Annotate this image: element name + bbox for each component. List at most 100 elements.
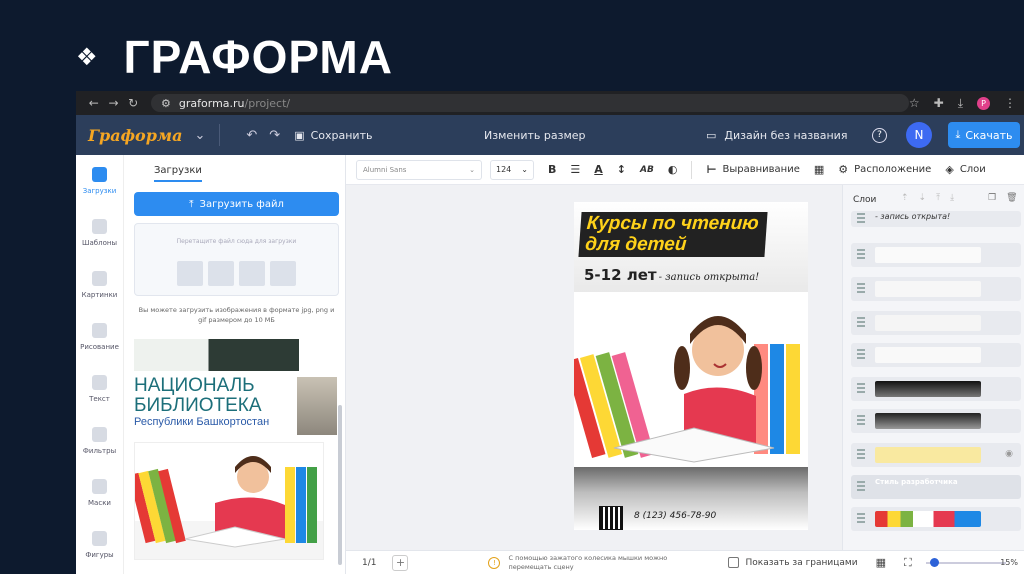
align-icon[interactable]: ⊢ bbox=[706, 163, 716, 176]
transparency-icon[interactable]: ▦ bbox=[814, 163, 824, 176]
zoom-slider-knob[interactable] bbox=[930, 558, 939, 567]
cloud-upload-icon bbox=[92, 167, 107, 182]
bold-button[interactable]: B bbox=[548, 163, 556, 176]
layer-item[interactable] bbox=[851, 507, 1021, 531]
rail-item-uploads[interactable]: Загрузки bbox=[76, 155, 123, 207]
font-size-select[interactable]: 124 ⌄ bbox=[490, 159, 534, 180]
layer-item[interactable]: ◉ bbox=[851, 443, 1021, 467]
rail-item-filters[interactable]: Фильтры bbox=[76, 415, 123, 467]
address-bar[interactable]: ⚙ graforma.ru/project/ bbox=[151, 94, 909, 112]
contrast-icon[interactable]: ◐ bbox=[668, 163, 678, 176]
rail-item-drawing[interactable]: Рисование bbox=[76, 311, 123, 363]
uploaded-photo-thumb[interactable] bbox=[297, 377, 337, 435]
layer-preview bbox=[875, 381, 981, 397]
download-button[interactable]: ⤓ Скачать bbox=[948, 122, 1020, 148]
gear-icon[interactable]: ⚙ bbox=[838, 163, 848, 176]
grid-icon[interactable]: ▦ bbox=[876, 556, 886, 569]
uploaded-library-logo[interactable]: НАЦИОНАЛЬ БИБЛИОТЕКА Республики Башкорто… bbox=[134, 376, 294, 436]
layer-item[interactable] bbox=[851, 343, 1021, 367]
panel-scrollbar[interactable] bbox=[338, 405, 342, 565]
layer-item[interactable] bbox=[851, 243, 1021, 267]
help-button[interactable]: ? bbox=[872, 127, 887, 143]
pencil-icon bbox=[92, 323, 107, 338]
poster-photo[interactable] bbox=[574, 298, 808, 468]
show-outside-label: Показать за границами bbox=[745, 557, 858, 568]
tab-uploads[interactable]: Загрузки bbox=[154, 165, 202, 182]
grip-icon bbox=[857, 349, 865, 361]
rail-label: Фигуры bbox=[85, 551, 114, 559]
save-button[interactable]: ▣ Сохранить bbox=[294, 129, 372, 142]
save-icon: ▣ bbox=[294, 128, 305, 142]
profile-avatar[interactable]: P bbox=[977, 96, 990, 110]
align-button[interactable]: Выравнивание bbox=[723, 164, 800, 175]
poster-subtitle[interactable]: 5-12 лет - запись открыта! bbox=[584, 266, 759, 284]
reload-icon[interactable]: ↻ bbox=[123, 96, 143, 110]
layers-icon[interactable]: ◈ bbox=[945, 163, 953, 176]
bookmark-star-icon[interactable]: ☆ bbox=[909, 96, 920, 110]
layers-panel: Слои ⇡ ⇣ ⤒ ⤓ ❐ 🗑 - запись открыта! ◉ Сти… bbox=[842, 185, 1024, 550]
position-button[interactable]: Расположение bbox=[854, 164, 931, 175]
site-settings-icon[interactable]: ⚙ bbox=[161, 97, 171, 110]
show-outside-checkbox[interactable] bbox=[728, 557, 740, 568]
layer-item[interactable]: - запись открыта! bbox=[851, 211, 1021, 227]
layer-up-icon[interactable]: ⇡ bbox=[901, 193, 909, 203]
rail-item-images[interactable]: Картинки bbox=[76, 259, 123, 311]
layer-top-icon[interactable]: ⤒ bbox=[936, 193, 940, 203]
line-height-icon[interactable]: ↕ bbox=[617, 163, 626, 176]
poster-phone[interactable]: 8 (123) 456-78-90 bbox=[634, 511, 716, 521]
upload-hint: Вы можете загрузить изображения в формат… bbox=[138, 306, 335, 324]
add-page-button[interactable]: + bbox=[392, 554, 409, 571]
back-icon[interactable]: ← bbox=[84, 96, 104, 110]
user-avatar[interactable]: N bbox=[906, 122, 932, 148]
layer-item[interactable] bbox=[851, 277, 1021, 301]
rail-item-text[interactable]: Текст bbox=[76, 363, 123, 415]
layer-down-icon[interactable]: ⇣ bbox=[919, 193, 927, 203]
uploaded-image-thumb[interactable] bbox=[134, 339, 299, 371]
redo-icon[interactable]: ↷ bbox=[269, 128, 280, 143]
rail-item-masks[interactable]: Маски bbox=[76, 467, 123, 519]
align-left-icon[interactable]: ☰ bbox=[570, 163, 580, 176]
poster-title[interactable]: Курсы по чтению для детей bbox=[578, 212, 768, 257]
poster[interactable]: Курсы по чтению для детей 5-12 лет - зап… bbox=[574, 202, 808, 530]
layers-button[interactable]: Слои bbox=[960, 164, 986, 175]
layer-item[interactable] bbox=[851, 311, 1021, 335]
letter-spacing-button[interactable]: AB bbox=[640, 165, 654, 175]
forward-icon[interactable]: → bbox=[104, 96, 124, 110]
delete-icon[interactable]: 🗑 bbox=[1006, 193, 1017, 203]
rail-label: Маски bbox=[88, 499, 111, 507]
canvas-area[interactable]: Курсы по чтению для детей 5-12 лет - зап… bbox=[346, 185, 842, 550]
text-icon bbox=[92, 375, 107, 390]
drop-text: Перетащите файл сюда для загрузки bbox=[176, 238, 297, 245]
doc-name[interactable]: ▭ Дизайн без названия bbox=[706, 129, 847, 142]
chevron-down-icon[interactable]: ⌄ bbox=[194, 128, 205, 143]
font-select[interactable]: Alumni Sans ⌄ bbox=[356, 159, 482, 180]
url-host: graforma.ru bbox=[178, 96, 245, 110]
placeholder-thumb bbox=[270, 261, 296, 286]
layer-preview bbox=[875, 281, 981, 297]
uploads-panel: Загрузки ⤒ Загрузить файл Перетащите фай… bbox=[124, 155, 346, 574]
downloads-icon[interactable]: ⤓ bbox=[958, 96, 963, 111]
uploaded-girl-books-image[interactable] bbox=[128, 442, 324, 560]
layer-item[interactable] bbox=[851, 409, 1021, 433]
menu-dots-icon[interactable]: ⋮ bbox=[1004, 96, 1016, 110]
resize-button[interactable]: Изменить размер bbox=[484, 129, 586, 142]
upload-file-button[interactable]: ⤒ Загрузить файл bbox=[134, 192, 339, 216]
rail-item-templates[interactable]: Шаблоны bbox=[76, 207, 123, 259]
layer-bottom-icon[interactable]: ⤓ bbox=[950, 193, 954, 203]
poster-footer: 8 (123) 456-78-90 bbox=[574, 467, 808, 530]
rail-item-shapes[interactable]: Фигуры bbox=[76, 519, 123, 571]
qr-code[interactable] bbox=[599, 506, 623, 530]
layer-item[interactable]: Стиль разработчика bbox=[851, 475, 1021, 499]
poster-age: 5-12 лет bbox=[584, 266, 657, 284]
drop-zone[interactable]: Перетащите файл сюда для загрузки bbox=[134, 223, 339, 296]
app-logo[interactable]: Граформа bbox=[88, 126, 182, 145]
chevron-down-icon: ⌄ bbox=[521, 165, 528, 174]
undo-icon[interactable]: ↶ bbox=[246, 128, 257, 143]
fit-screen-icon[interactable]: ⛶ bbox=[904, 556, 912, 570]
text-color-icon[interactable]: A bbox=[594, 163, 603, 176]
copy-icon[interactable]: ❐ bbox=[988, 193, 996, 203]
font-value: Alumni Sans bbox=[363, 165, 407, 174]
extensions-icon[interactable]: ✚ bbox=[934, 96, 944, 110]
layer-item[interactable] bbox=[851, 377, 1021, 401]
eye-icon[interactable]: ◉ bbox=[1005, 449, 1013, 459]
